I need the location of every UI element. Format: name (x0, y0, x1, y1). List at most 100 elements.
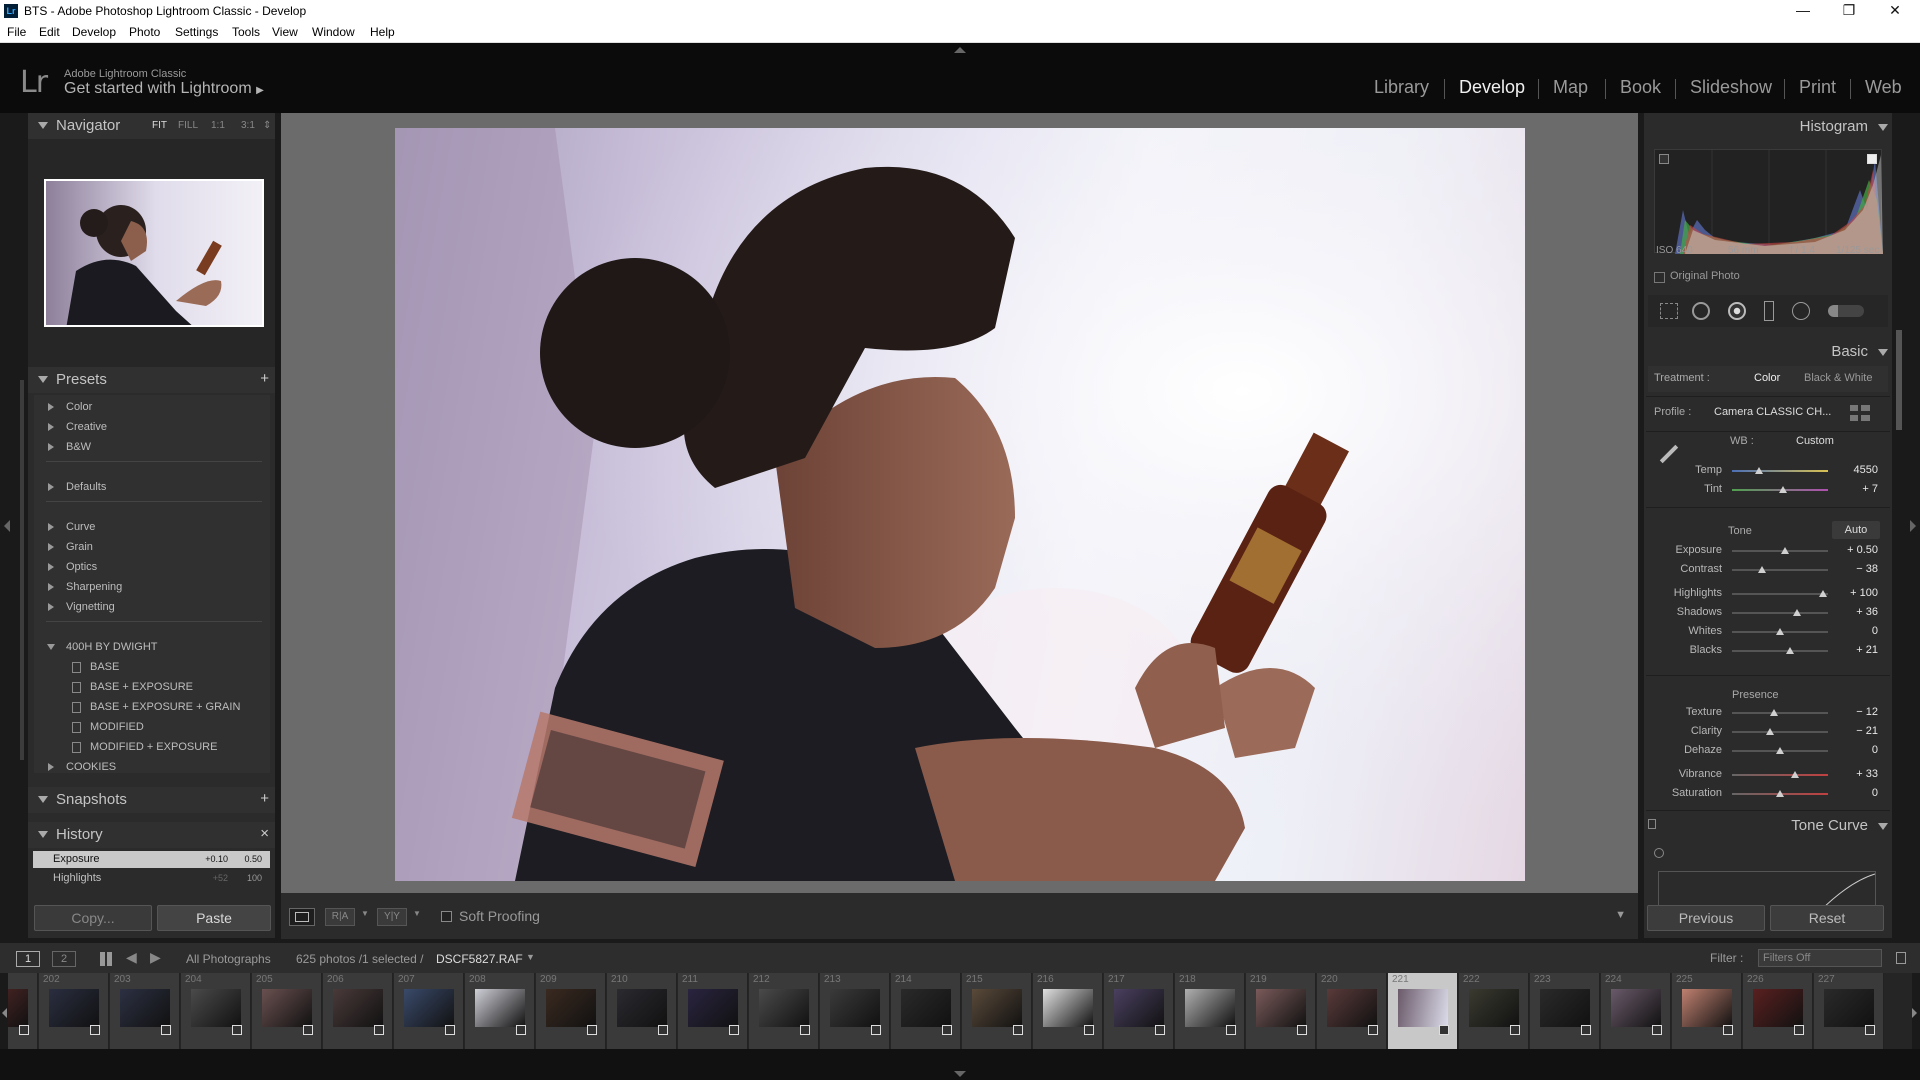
red-eye-icon[interactable] (1728, 302, 1746, 320)
filmstrip-thumbnail[interactable]: 226 (1743, 973, 1813, 1049)
add-snapshot-button[interactable]: + (260, 790, 269, 807)
paste-button[interactable]: Paste (157, 905, 271, 931)
slider-shadows[interactable]: Shadows + 36 (1644, 605, 1892, 621)
slider-value[interactable]: − 38 (1856, 563, 1878, 575)
nav-1-1[interactable]: 1:1 (211, 120, 225, 131)
source-label[interactable]: All Photographs (186, 952, 271, 966)
menu-edit[interactable]: Edit (39, 25, 60, 39)
history-item[interactable]: Highlights +52 100 (33, 870, 270, 887)
filmstrip-thumbnail[interactable]: 222 (1459, 973, 1529, 1049)
filmstrip-thumbnail[interactable]: 216 (1033, 973, 1103, 1049)
slider-track[interactable] (1732, 647, 1828, 654)
module-develop[interactable]: Develop (1459, 77, 1525, 98)
slider-value[interactable]: + 36 (1856, 606, 1878, 618)
filmstrip-thumbnail[interactable]: 214 (891, 973, 961, 1049)
navigator-header[interactable]: Navigator FIT FILL 1:1 3:1 ⇕ (28, 113, 275, 139)
treatment-bw-button[interactable]: Black & White (1804, 372, 1872, 384)
module-book[interactable]: Book (1620, 77, 1661, 98)
slider-knob[interactable] (1785, 647, 1794, 654)
filmstrip-thumbnail[interactable]: 207 (394, 973, 464, 1049)
filmstrip-thumbnail[interactable]: 205 (252, 973, 322, 1049)
filename-dropdown-icon[interactable]: ▼ (526, 952, 535, 962)
filmstrip-thumbnail[interactable]: 210 (607, 973, 677, 1049)
slider-value[interactable]: + 0.50 (1847, 544, 1878, 556)
slider-blacks[interactable]: Blacks + 21 (1644, 643, 1892, 659)
filmstrip-right-arrow-icon[interactable] (1912, 1008, 1917, 1018)
navigator-thumbnail[interactable] (44, 179, 264, 327)
graduated-filter-icon[interactable] (1764, 301, 1774, 321)
loupe-view-button[interactable] (289, 908, 315, 926)
filmstrip-thumbnail[interactable]: 203 (110, 973, 180, 1049)
slider-track[interactable] (1732, 747, 1828, 754)
basic-header[interactable]: Basic (1644, 339, 1892, 363)
main-photo[interactable] (395, 128, 1525, 881)
slider-value[interactable]: + 33 (1856, 768, 1878, 780)
add-preset-button[interactable]: + (260, 370, 269, 387)
slider-knob[interactable] (1770, 709, 1779, 716)
menu-help[interactable]: Help (370, 25, 395, 39)
collapse-right-icon[interactable] (1910, 520, 1916, 532)
history-item[interactable]: Exposure +0.10 0.50 (33, 851, 270, 868)
slider-track[interactable] (1732, 709, 1828, 716)
slider-texture[interactable]: Texture − 12 (1644, 705, 1892, 721)
slider-value[interactable]: − 21 (1856, 725, 1878, 737)
panel-toggle-icon[interactable] (1648, 819, 1656, 829)
slider-track[interactable] (1732, 628, 1828, 635)
right-scrollbar[interactable] (1896, 330, 1902, 430)
slider-track[interactable] (1732, 590, 1828, 597)
filmstrip-thumbnail[interactable]: 209 (536, 973, 606, 1049)
before-after-yy-button[interactable]: Y|Y (377, 908, 407, 926)
nav-fit[interactable]: FIT (152, 120, 167, 131)
slider-knob[interactable] (1780, 547, 1789, 554)
tone-curve-header[interactable]: Tone Curve (1644, 813, 1892, 837)
collapse-top-icon[interactable] (954, 47, 966, 53)
slider-value[interactable]: + 21 (1856, 644, 1878, 656)
filmstrip-thumbnail[interactable]: 227 (1814, 973, 1884, 1049)
slider-clarity[interactable]: Clarity − 21 (1644, 724, 1892, 740)
slider-knob[interactable] (1778, 486, 1787, 493)
slider-track[interactable] (1732, 771, 1828, 778)
profile-dropdown[interactable]: Camera CLASSIC CH... (1714, 406, 1831, 418)
slider-dehaze[interactable]: Dehaze 0 (1644, 743, 1892, 759)
slider-vibrance[interactable]: Vibrance + 33 (1644, 767, 1892, 783)
filmstrip-thumbnail[interactable]: 224 (1601, 973, 1671, 1049)
slider-value[interactable]: 4550 (1854, 464, 1878, 476)
filmstrip-thumbnail[interactable]: 215 (962, 973, 1032, 1049)
crop-overlay-icon[interactable] (1660, 303, 1678, 319)
slider-value[interactable]: − 12 (1856, 706, 1878, 718)
slider-knob[interactable] (1757, 566, 1766, 573)
history-header[interactable]: History × (28, 822, 275, 848)
get-started-link[interactable]: Get started with Lightroom ▶ (64, 80, 264, 98)
module-print[interactable]: Print (1799, 77, 1836, 98)
menu-window[interactable]: Window (312, 25, 355, 39)
slider-knob[interactable] (1754, 467, 1763, 474)
slider-track[interactable] (1732, 566, 1828, 573)
dropdown-arrow-icon[interactable]: ▼ (413, 909, 421, 918)
toolbar-menu-icon[interactable]: ▼ (1615, 909, 1626, 921)
slider-temp[interactable]: Temp 4550 (1644, 463, 1892, 479)
filmstrip-thumbnail[interactable]: 217 (1104, 973, 1174, 1049)
slider-knob[interactable] (1819, 590, 1828, 597)
slider-knob[interactable] (1776, 790, 1784, 797)
reset-button[interactable]: Reset (1770, 905, 1884, 931)
left-scrollbar[interactable] (20, 380, 24, 760)
slider-knob[interactable] (1776, 747, 1784, 754)
nav-3-1[interactable]: 3:1 (241, 120, 255, 131)
copy-button[interactable]: Copy... (34, 905, 152, 931)
menu-tools[interactable]: Tools (232, 25, 260, 39)
slider-value[interactable]: + 7 (1862, 483, 1878, 495)
nav-fill[interactable]: FILL (178, 120, 198, 131)
tone-curve-target-icon[interactable] (1654, 848, 1664, 858)
module-library[interactable]: Library (1374, 77, 1429, 98)
maximize-icon[interactable]: ❐ (1826, 0, 1872, 22)
radial-filter-icon[interactable] (1792, 302, 1810, 320)
slider-knob[interactable] (1791, 771, 1800, 778)
filmstrip-thumbnail[interactable]: 211 (678, 973, 748, 1049)
menu-file[interactable]: File (7, 25, 26, 39)
filmstrip-thumbnail[interactable]: 206 (323, 973, 393, 1049)
slider-value[interactable]: + 100 (1850, 587, 1878, 599)
snapshots-header[interactable]: Snapshots + (28, 787, 275, 813)
module-slideshow[interactable]: Slideshow (1690, 77, 1772, 98)
filter-dropdown[interactable]: Filters Off (1758, 949, 1882, 967)
minimize-icon[interactable]: — (1780, 0, 1826, 22)
